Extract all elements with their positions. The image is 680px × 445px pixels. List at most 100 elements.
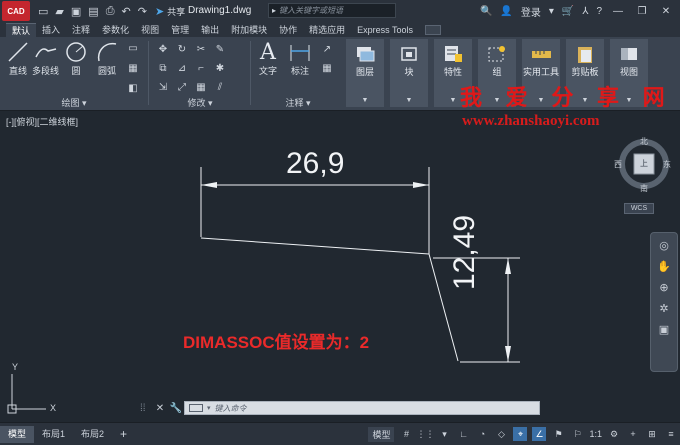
- offset-icon[interactable]: ⫽: [213, 80, 227, 94]
- dropdown-icon[interactable]: ▾: [437, 427, 451, 441]
- trim-icon[interactable]: ✂: [194, 42, 208, 56]
- layout-tab-1[interactable]: 布局1: [34, 426, 73, 443]
- save-as-icon[interactable]: ▤: [88, 5, 98, 18]
- annotation-panel-label[interactable]: 注释 ▾: [252, 96, 344, 109]
- grid-icon[interactable]: #: [399, 427, 413, 441]
- otrack-icon[interactable]: ∠: [532, 427, 547, 441]
- add-layout-button[interactable]: +: [112, 427, 135, 441]
- login-button[interactable]: 登录: [521, 4, 541, 19]
- redo-icon[interactable]: ↷: [138, 5, 147, 18]
- viewcube-east[interactable]: 东: [663, 159, 671, 170]
- snap-icon[interactable]: ⋮⋮: [416, 427, 434, 441]
- help-icon[interactable]: ?: [596, 6, 602, 17]
- polyline-tool[interactable]: 多段线: [32, 40, 59, 77]
- tab-collaborate[interactable]: 协作: [273, 23, 303, 37]
- save-icon[interactable]: ▣: [71, 5, 81, 18]
- settings-icon[interactable]: ⚙: [607, 427, 621, 441]
- app-logo[interactable]: CAD: [2, 1, 30, 21]
- layers-button[interactable]: 图层 ▼: [346, 39, 384, 107]
- modify-panel-label[interactable]: 修改 ▾: [152, 96, 248, 109]
- new-file-icon[interactable]: ▭: [38, 5, 48, 18]
- menu-icon[interactable]: ≡: [664, 427, 678, 441]
- wcs-menu[interactable]: WCS: [624, 203, 654, 214]
- drag-handle-icon[interactable]: ⁞⁞: [140, 403, 152, 414]
- user-icon[interactable]: 👤: [500, 6, 512, 17]
- pan-icon[interactable]: ✋: [657, 260, 671, 273]
- orbit-icon[interactable]: ✲: [659, 302, 668, 315]
- open-folder-icon[interactable]: ▰: [55, 5, 63, 18]
- polar-icon[interactable]: ◔: [475, 427, 489, 441]
- gradient-icon[interactable]: ◧: [126, 81, 140, 95]
- viewcube-south[interactable]: 南: [640, 183, 648, 194]
- close-button[interactable]: ✕: [658, 6, 674, 17]
- minimize-button[interactable]: —: [610, 6, 626, 17]
- tab-output[interactable]: 输出: [195, 23, 225, 37]
- tab-insert[interactable]: 插入: [36, 23, 66, 37]
- viewcube-north[interactable]: 北: [640, 136, 648, 147]
- tab-view[interactable]: 视图: [135, 23, 165, 37]
- ortho-icon[interactable]: ∟: [456, 427, 470, 441]
- dimension-vertical-value[interactable]: 12,49: [448, 215, 482, 290]
- scale-readout[interactable]: 1:1: [589, 429, 602, 439]
- block-button[interactable]: 块 ▼: [390, 39, 428, 107]
- tab-featured-apps[interactable]: 精选应用: [303, 23, 351, 37]
- workspace-icon[interactable]: ⊞: [645, 427, 659, 441]
- customize-icon[interactable]: 🔧: [168, 403, 184, 414]
- tab-default[interactable]: 默认: [6, 23, 37, 37]
- tab-manage[interactable]: 管理: [165, 23, 195, 37]
- network-icon[interactable]: ⅄: [582, 6, 588, 17]
- dimension-horizontal-value[interactable]: 26,9: [286, 147, 344, 181]
- text-tool[interactable]: A 文字: [256, 40, 280, 77]
- showmotion-icon[interactable]: ▣: [659, 323, 669, 336]
- layout-tab-2[interactable]: 布局2: [73, 426, 112, 443]
- table-icon[interactable]: ▦: [320, 61, 334, 75]
- cart-icon[interactable]: 🛒: [562, 6, 574, 17]
- tab-addins[interactable]: 附加模块: [225, 23, 273, 37]
- tab-parametric[interactable]: 参数化: [96, 23, 135, 37]
- viewcube-west[interactable]: 西: [614, 159, 622, 170]
- command-history-icon[interactable]: [189, 404, 203, 412]
- dimension-tool[interactable]: 标注: [288, 40, 312, 77]
- line-tool[interactable]: 直线: [6, 40, 30, 77]
- undo-icon[interactable]: ↶: [122, 5, 131, 18]
- search-icon[interactable]: 🔍: [480, 6, 492, 17]
- annotation-visibility-icon[interactable]: ⚑: [551, 427, 565, 441]
- search-input[interactable]: ▸ 键入关键字或短语: [268, 3, 396, 18]
- dropdown-icon[interactable]: ▾: [549, 6, 554, 17]
- rotate-icon[interactable]: ↻: [175, 42, 189, 56]
- annotation-scale-icon[interactable]: ⚐: [570, 427, 584, 441]
- tab-options-icon[interactable]: [425, 25, 442, 35]
- erase-icon[interactable]: ✎: [213, 42, 227, 56]
- fillet-icon[interactable]: ⌐: [194, 61, 208, 75]
- geometry-line[interactable]: [200, 237, 430, 255]
- isodraft-icon[interactable]: ◇: [494, 427, 508, 441]
- tab-express-tools[interactable]: Express Tools: [351, 23, 419, 37]
- move-icon[interactable]: ✥: [156, 42, 170, 56]
- array-icon[interactable]: ▦: [194, 80, 208, 94]
- layout-tab-model[interactable]: 模型: [0, 425, 35, 443]
- maximize-button[interactable]: ❐: [634, 6, 650, 17]
- copy-icon[interactable]: ⧉: [156, 61, 170, 75]
- scale-icon[interactable]: ⤢: [175, 80, 189, 94]
- share-button[interactable]: ➤ 共享: [155, 5, 185, 18]
- steering-wheel-icon[interactable]: ◎: [659, 239, 669, 252]
- leader-icon[interactable]: ↗: [320, 42, 334, 56]
- arc-tool[interactable]: 圆弧: [95, 40, 119, 77]
- stretch-icon[interactable]: ⇲: [156, 80, 170, 94]
- mirror-icon[interactable]: ⊿: [175, 61, 189, 75]
- hatch-icon[interactable]: ▦: [126, 61, 140, 75]
- circle-tool[interactable]: 圆: [64, 40, 88, 77]
- plus-icon[interactable]: +: [626, 427, 640, 441]
- print-icon[interactable]: ⎙: [106, 5, 115, 18]
- zoom-icon[interactable]: ⊕: [659, 281, 668, 294]
- command-input[interactable]: ▾ 键入命令: [184, 401, 540, 415]
- model-space-button[interactable]: 模型: [368, 426, 395, 442]
- tab-annotate[interactable]: 注释: [66, 23, 96, 37]
- osnap-icon[interactable]: ⌖: [513, 427, 528, 441]
- explode-icon[interactable]: ✱: [213, 61, 227, 75]
- draw-panel-label[interactable]: 绘图 ▾: [0, 96, 148, 109]
- dropdown-icon[interactable]: ▾: [207, 404, 211, 412]
- rectangle-icon[interactable]: ▭: [126, 41, 140, 55]
- drawing-canvas[interactable]: [-][俯视][二维线框] 我 爱 分 享 网 www.zhanshaoyi.c…: [0, 86, 680, 422]
- close-icon[interactable]: ✕: [152, 403, 168, 414]
